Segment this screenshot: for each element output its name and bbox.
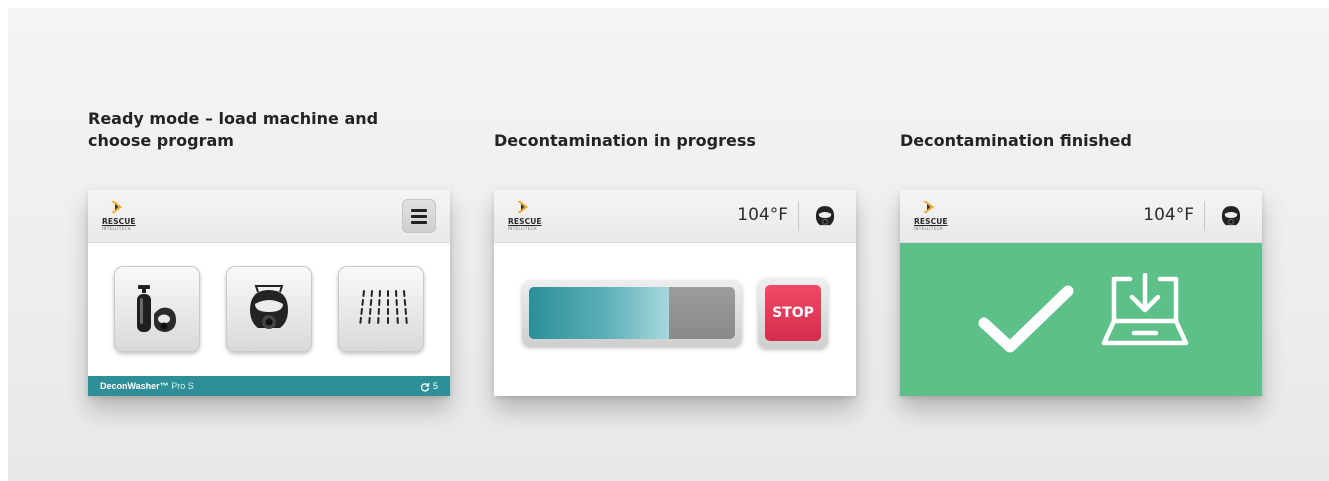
logo-chevron-icon: [111, 201, 122, 213]
cycle-counter: 5: [420, 376, 438, 396]
logo-subtext: INTELLITECH: [102, 226, 131, 231]
logo-text: RESCUE: [914, 217, 948, 226]
header-divider: [798, 201, 799, 231]
brand-logo: RESCUE INTELLITECH: [508, 200, 552, 232]
progress-fill: [529, 287, 670, 339]
logo-chevron-icon: [923, 201, 934, 213]
screen-ready-mode: RESCUE INTELLITECH DeconWasher™ Pro S 5: [88, 190, 450, 396]
product-brand: DeconWasher™: [100, 381, 169, 391]
screen-header: RESCUE INTELLITECH: [88, 190, 450, 243]
temperature-readout: 104°F: [1143, 205, 1194, 225]
logo-subtext: INTELLITECH: [914, 226, 943, 231]
hamburger-menu-icon[interactable]: [402, 199, 436, 233]
stop-button[interactable]: STOP: [765, 285, 821, 341]
face-mask-icon: [250, 285, 288, 329]
progress-bar: [522, 280, 742, 346]
logo-chevron-icon: [517, 201, 528, 213]
brand-logo: RESCUE INTELLITECH: [914, 200, 958, 232]
screen-header: RESCUE INTELLITECH 104°F: [494, 190, 856, 243]
face-mask-icon: [815, 206, 835, 226]
screen-in-progress: RESCUE INTELLITECH 104°F STOP: [494, 190, 856, 396]
screen-finished: RESCUE INTELLITECH 104°F: [900, 190, 1262, 396]
status-footer: DeconWasher™ Pro S 5: [88, 376, 450, 396]
finished-panel: [900, 243, 1262, 396]
logo-text: RESCUE: [102, 217, 136, 226]
program-air-cylinder-button[interactable]: [114, 266, 200, 352]
progress-track: [529, 287, 735, 339]
cycle-count: 5: [432, 381, 438, 391]
air-cylinder-mask-icon: [137, 285, 176, 332]
product-name: DeconWasher™ Pro S: [100, 376, 194, 396]
unload-tray-icon[interactable]: [1100, 273, 1190, 357]
refresh-icon: [420, 382, 430, 392]
program-face-mask-button[interactable]: [226, 266, 312, 352]
program-shower-button[interactable]: [338, 266, 424, 352]
product-model: Pro S: [168, 381, 194, 391]
brand-logo: RESCUE INTELLITECH: [102, 200, 146, 232]
stop-button-frame: STOP: [758, 278, 828, 348]
caption-finished: Decontamination finished: [900, 131, 1132, 150]
caption-in-progress: Decontamination in progress: [494, 131, 756, 150]
header-divider: [1204, 201, 1205, 231]
shower-icon: [359, 290, 408, 327]
face-mask-icon: [1221, 206, 1241, 226]
logo-subtext: INTELLITECH: [508, 226, 537, 231]
caption-ready-mode: Ready mode – load machine and choose pro…: [88, 109, 379, 150]
checkmark-icon: [978, 285, 1074, 353]
screen-header: RESCUE INTELLITECH 104°F: [900, 190, 1262, 243]
temperature-readout: 104°F: [737, 205, 788, 225]
logo-text: RESCUE: [508, 217, 542, 226]
